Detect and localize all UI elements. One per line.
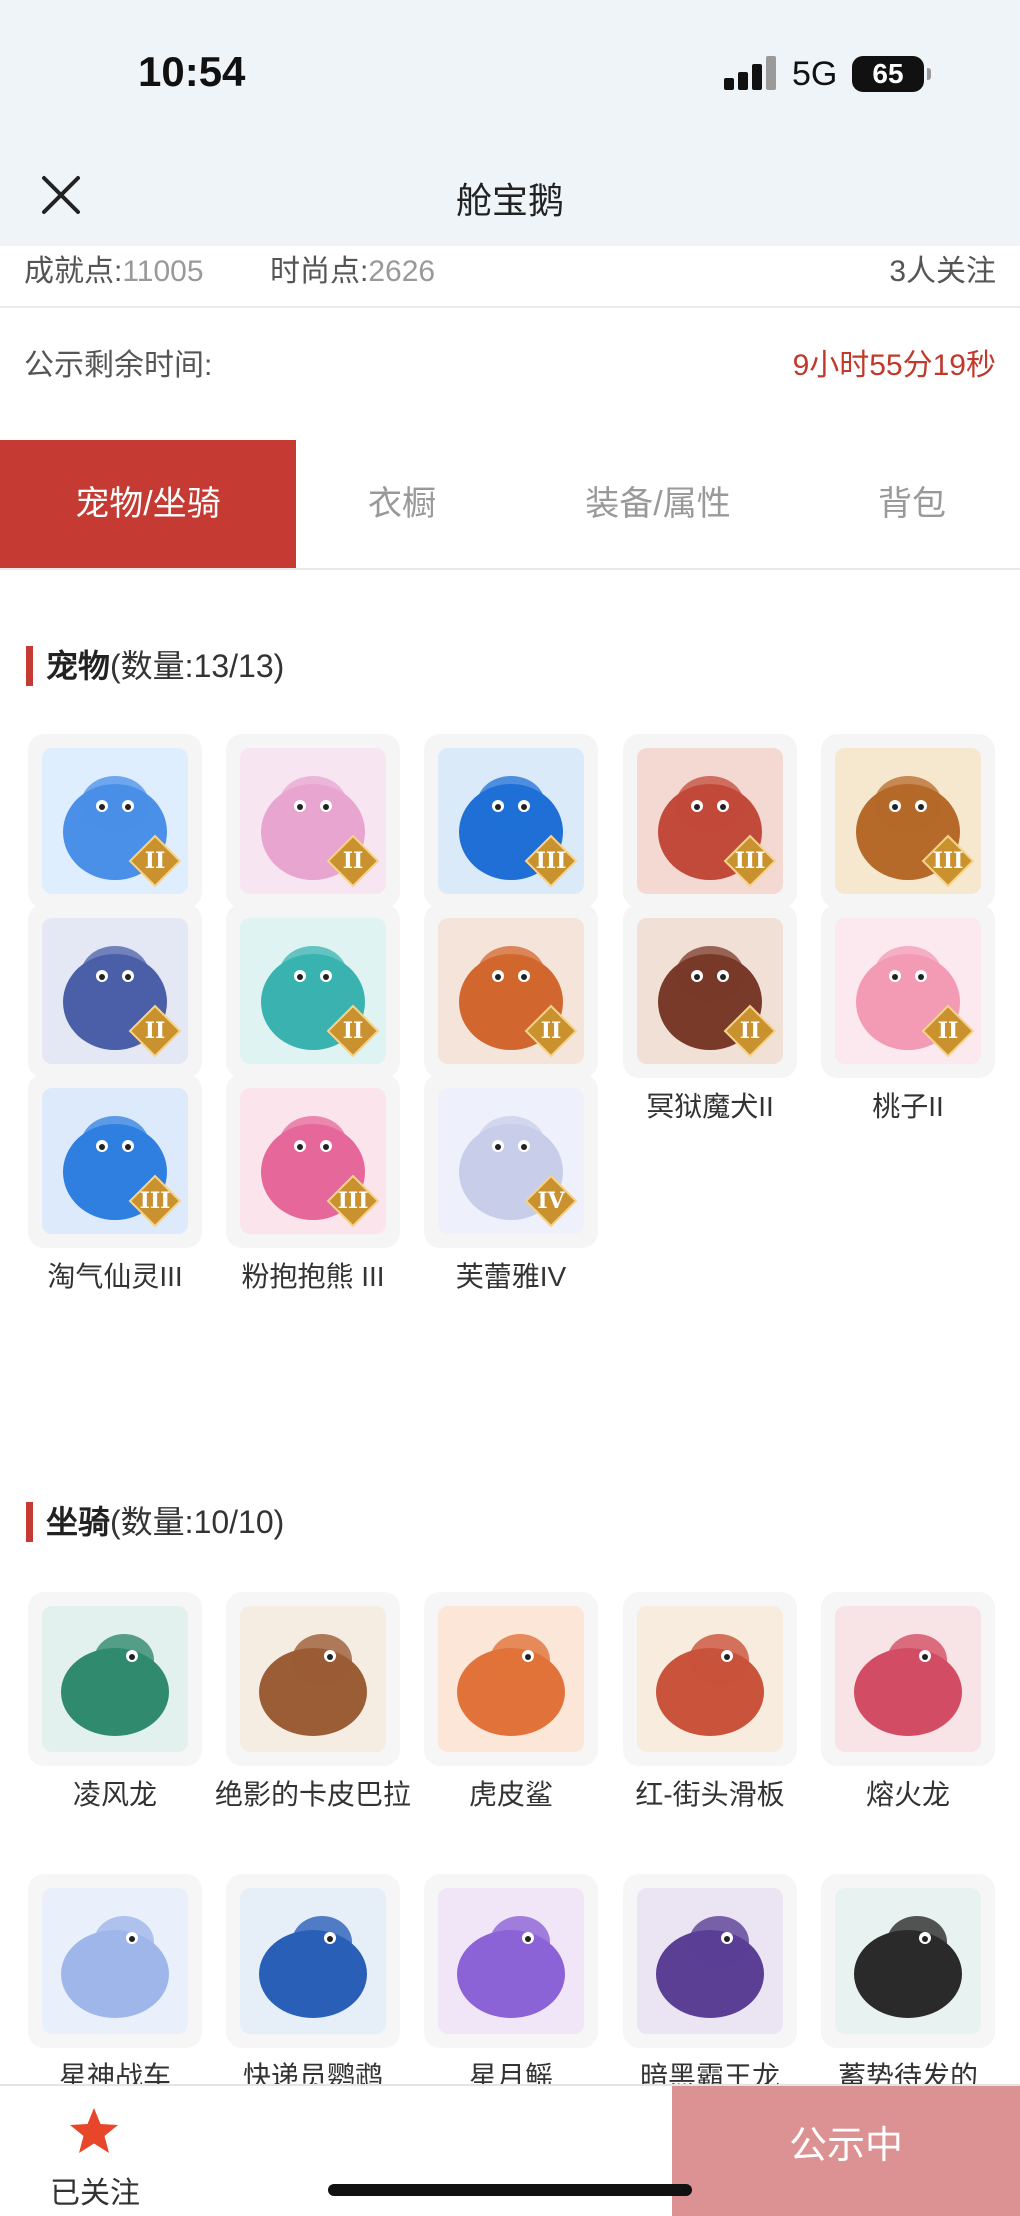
water-dragon-icon: II — [226, 904, 400, 1078]
pets-count: (数量:13/13) — [110, 648, 285, 684]
fashion-points: 时尚点:2626 — [270, 246, 435, 290]
rank-label: II — [342, 848, 364, 874]
rank-badge-icon: II — [723, 1004, 777, 1058]
rank-badge-icon: II — [128, 834, 182, 888]
rank-label: III — [337, 1188, 369, 1214]
rank-label: III — [932, 848, 964, 874]
mounts-section-title: 坐骑(数量:10/10) — [26, 1498, 284, 1546]
pets-section-title: 宠物(数量:13/13) — [26, 642, 284, 690]
rank-badge-icon: III — [524, 834, 578, 888]
rank-label: III — [734, 848, 766, 874]
status-bar: 10:54 5G 65 — [0, 0, 1020, 150]
rank-badge-icon: III — [921, 834, 975, 888]
follow-button[interactable]: 已关注 — [0, 2086, 190, 2216]
follow-label: 已关注 — [50, 2177, 140, 2210]
rank-label: III — [535, 848, 567, 874]
status-time: 10:54 — [138, 48, 246, 95]
home-indicator — [328, 2184, 692, 2196]
rank-label: II — [342, 1018, 364, 1044]
item-name: 桃子II — [872, 1091, 944, 1122]
achievement-label: 成就点: — [24, 255, 123, 288]
mounts-count: (数量:10/10) — [110, 1504, 285, 1540]
rank-badge-icon: III — [326, 1174, 380, 1228]
rank-label: IV — [537, 1188, 565, 1214]
tab-wardrobe[interactable]: 衣橱 — [300, 440, 504, 568]
wind-dragon-icon — [28, 1592, 202, 1766]
nav-bar: 舱宝鹅 — [0, 150, 1020, 246]
shark-icon — [424, 1592, 598, 1766]
timer-value: 9小时55分19秒 — [792, 349, 996, 382]
tab-equipment[interactable]: 装备/属性 — [548, 440, 768, 568]
rank-label: II — [540, 1018, 562, 1044]
item-name: 绝影的卡皮巴拉 — [214, 1779, 411, 1810]
item-name: 淘气仙灵III — [47, 1261, 183, 1292]
puppy-icon: III — [28, 1074, 202, 1248]
cat-icon: II — [821, 904, 995, 1078]
timer-label: 公示剩余时间: — [24, 349, 213, 382]
item-name: 虎皮鲨 — [468, 1779, 553, 1810]
battery-icon: 65 — [852, 56, 931, 92]
pig-icon — [821, 1874, 995, 2048]
timer-row: 公示剩余时间: 9小时55分19秒 — [0, 340, 1020, 390]
rank-badge-icon: II — [326, 1004, 380, 1058]
fashion-value: 2626 — [368, 255, 436, 288]
bottom-bar: 已关注 公示中 — [0, 2084, 1020, 2216]
followers-count: 3人关注 — [889, 255, 996, 288]
pets-title: 宠物 — [46, 648, 111, 684]
item-name: 芙蕾雅IV — [455, 1261, 567, 1292]
boxer-beast-icon: III — [623, 734, 797, 908]
page-title: 舱宝鹅 — [455, 180, 564, 221]
capybara-icon — [226, 1592, 400, 1766]
rank-badge-icon: III — [128, 1174, 182, 1228]
item-name: 凌风龙 — [72, 1779, 157, 1810]
parrot-icon — [226, 1874, 400, 2048]
eagle-icon: II — [424, 904, 598, 1078]
bear-icon: III — [226, 1074, 400, 1248]
star-icon — [68, 2106, 120, 2156]
signal-icon — [724, 56, 780, 90]
bird-icon: III — [424, 734, 598, 908]
hellhound-icon: II — [623, 904, 797, 1078]
achievement-value: 11005 — [122, 255, 204, 288]
rank-label: II — [144, 848, 166, 874]
network-label: 5G — [792, 55, 838, 93]
rank-badge-icon: III — [723, 834, 777, 888]
item-name: 冥狱魔犬II — [646, 1091, 774, 1122]
rank-badge-icon: II — [326, 834, 380, 888]
tab-bar: 宠物/坐骑 衣橱 装备/属性 背包 — [0, 440, 1020, 570]
item-name: 熔火龙 — [865, 1779, 950, 1810]
goddess-icon: IV — [424, 1074, 598, 1248]
item-name: 红-街头滑板 — [635, 1779, 785, 1810]
rank-badge-icon: IV — [524, 1174, 578, 1228]
white-tiger-icon: II — [28, 904, 202, 1078]
manta-icon — [424, 1874, 598, 2048]
rank-badge-icon: II — [921, 1004, 975, 1058]
skateboard-icon — [623, 1592, 797, 1766]
mounts-title: 坐骑 — [46, 1504, 111, 1540]
rank-badge-icon: II — [524, 1004, 578, 1058]
public-status-button[interactable]: 公示中 — [672, 2086, 1020, 2216]
rank-label: II — [937, 1018, 959, 1044]
item-name: 粉抱抱熊 III — [241, 1261, 385, 1292]
fire-dragon-icon — [821, 1592, 995, 1766]
stats-row: 成就点:11005 时尚点:2626 3人关注 — [0, 246, 1020, 308]
rank-label: II — [739, 1018, 761, 1044]
achievement-points: 成就点:11005 — [24, 246, 204, 290]
tab-pets-mounts[interactable]: 宠物/坐骑 — [0, 440, 296, 568]
rank-label: III — [139, 1188, 171, 1214]
chariot-icon — [28, 1874, 202, 2048]
trex-icon — [623, 1874, 797, 2048]
rank-label: II — [144, 1018, 166, 1044]
tab-backpack[interactable]: 背包 — [812, 440, 1012, 568]
fox-fairy-icon: II — [226, 734, 400, 908]
fashion-label: 时尚点: — [270, 255, 369, 288]
rank-badge-icon: II — [128, 1004, 182, 1058]
dragon-spirit-icon: II — [28, 734, 202, 908]
werewolf-icon: III — [821, 734, 995, 908]
